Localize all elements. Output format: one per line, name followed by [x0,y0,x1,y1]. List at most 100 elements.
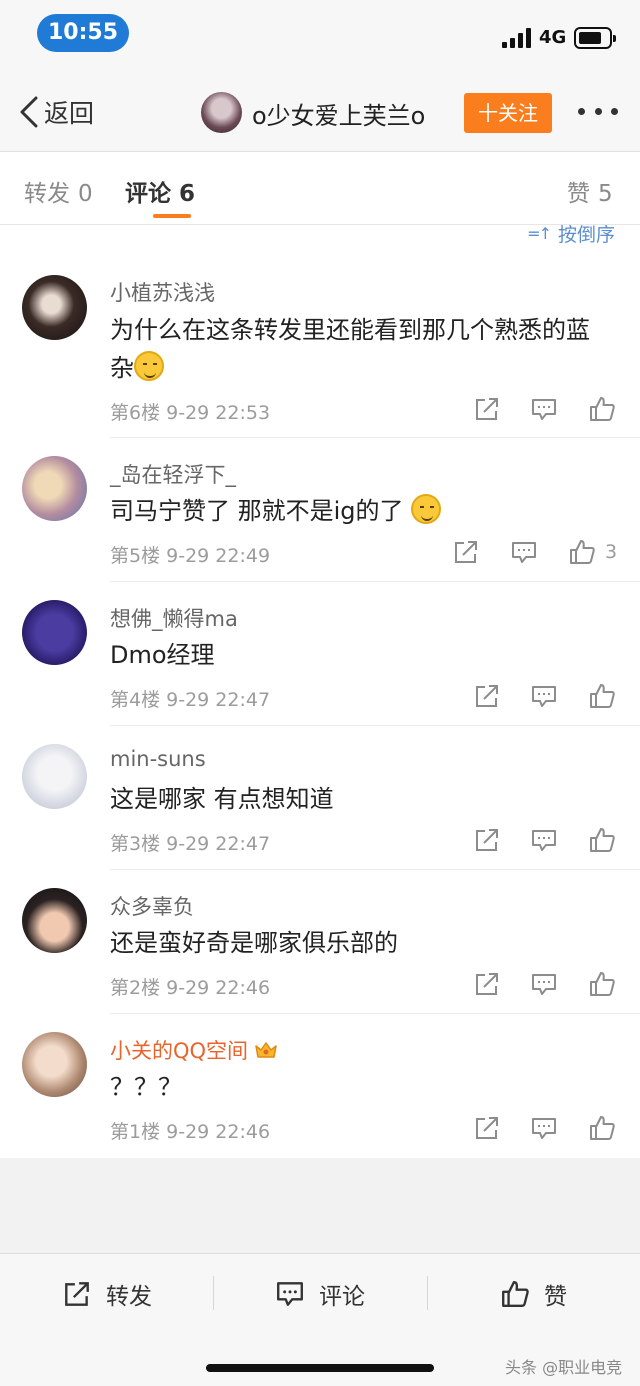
comment-time: 9-29 22:47 [166,689,271,711]
comment-item: _岛在轻浮下_ 司马宁赞了 那就不是ig的了 第5楼 9-29 22:49 3 [0,438,640,582]
follow-button[interactable]: 十关注 [464,93,552,133]
tab-comments[interactable]: 评论 6 [125,174,195,208]
comment-meta: 第4楼 9-29 22:47 [110,685,270,712]
comment-button[interactable]: 评论 [275,1272,365,1316]
comment-meta: 第3楼 9-29 22:47 [110,829,270,856]
floor-number: 第3楼 [110,833,161,855]
status-bar: 10:55 4G [0,0,640,70]
page-title[interactable]: o少女爱上芙兰o [252,96,425,131]
status-time: 10:55 [37,14,129,52]
comment-meta: 第6楼 9-29 22:53 [110,398,270,425]
share-icon[interactable] [473,826,501,854]
comment-text: 司马宁赞了 那就不是ig的了 [110,492,610,530]
comment-time: 9-29 22:49 [166,545,271,567]
comment-text: 为什么在这条转发里还能看到那几个熟悉的蓝杂 [110,311,610,387]
yum-emoji-icon [411,494,442,524]
comment-username[interactable]: 小植苏浅浅 [110,277,215,307]
like-icon[interactable] [588,682,616,710]
comment-text: 这是哪家 有点想知道 [110,785,334,813]
tab-count: 5 [598,181,613,207]
comment-icon [277,1282,303,1306]
reply-icon[interactable] [530,970,558,998]
comment-item: 小关的QQ空间 ？？？ 第1楼 9-29 22:46 [0,1014,640,1158]
watermark: 头条 @职业电竞 [505,1358,623,1377]
like-icon[interactable] [588,395,616,423]
comment-username[interactable]: 小关的QQ空间 [110,1035,278,1065]
comment-username[interactable]: min-suns [110,747,206,771]
comment-meta: 第5楼 9-29 22:49 [110,541,270,568]
avatar[interactable] [22,1032,87,1097]
floor-number: 第2楼 [110,977,161,999]
comment-text: 还是蛮好奇是哪家俱乐部的 [110,929,398,957]
share-icon[interactable] [473,1114,501,1142]
comment-label: 评论 [319,1284,365,1310]
author-avatar[interactable] [201,92,242,133]
tab-likes[interactable]: 赞5 [567,174,613,208]
comment-text-content: 司马宁赞了 那就不是ig的了 [110,497,404,525]
tab-repost[interactable]: 转发 0 [24,174,93,208]
battery-icon [574,27,616,49]
avatar[interactable] [22,600,87,665]
like-icon[interactable] [588,970,616,998]
reply-icon[interactable] [510,538,538,566]
reply-icon[interactable] [530,826,558,854]
avatar[interactable] [22,456,87,521]
bottom-action-bar: 转发 评论 赞 头条 @职业电竞 [0,1253,640,1386]
more-options-icon[interactable] [578,108,618,118]
floor-number: 第4楼 [110,689,161,711]
share-icon[interactable] [452,538,480,566]
tab-bar: 转发 0 评论 6 赞5 [0,152,640,225]
comment-text: ？？？ [110,1073,182,1101]
like-count: 3 [605,541,618,563]
comment-item: 众多辜负 还是蛮好奇是哪家俱乐部的 第2楼 9-29 22:46 [0,870,640,1014]
comment-item: 想佛_懒得ma Dmo经理 第4楼 9-29 22:47 [0,582,640,726]
comment-item: min-suns 这是哪家 有点想知道 第3楼 9-29 22:47 [0,726,640,870]
divider [427,1276,428,1310]
signal-icon [502,28,534,48]
avatar[interactable] [22,744,87,809]
reply-icon[interactable] [530,1114,558,1142]
like-button[interactable]: 赞 [500,1272,567,1316]
repost-button[interactable]: 转发 [62,1272,152,1316]
divider [213,1276,214,1310]
network-type: 4G [539,27,567,48]
thumbs-up-icon [502,1281,529,1307]
comment-time: 9-29 22:46 [166,977,271,999]
comment-text: Dmo经理 [110,641,215,669]
comment-meta: 第1楼 9-29 22:46 [110,1117,270,1144]
tab-label: 评论 [125,181,171,207]
comment-list: =↑ 按倒序 小植苏浅浅 为什么在这条转发里还能看到那几个熟悉的蓝杂 第6楼 9… [0,225,640,1158]
floor-number: 第5楼 [110,545,161,567]
back-button[interactable]: 返回 [18,92,94,132]
nav-bar: 返回 o少女爱上芙兰o 十关注 [0,70,640,152]
comment-item: 小植苏浅浅 为什么在这条转发里还能看到那几个熟悉的蓝杂 第6楼 9-29 22:… [0,225,640,438]
comment-username[interactable]: 想佛_懒得ma [110,603,238,633]
like-icon[interactable] [588,1114,616,1142]
share-icon[interactable] [473,682,501,710]
tab-label: 转发 [24,181,70,207]
comment-username[interactable]: 众多辜负 [110,891,194,921]
reply-icon[interactable] [530,682,558,710]
comment-time: 9-29 22:47 [166,833,271,855]
reply-icon[interactable] [530,395,558,423]
avatar[interactable] [22,888,87,953]
like-icon[interactable] [568,538,596,566]
floor-number: 第1楼 [110,1121,161,1143]
tab-count: 0 [78,181,93,207]
tab-count: 6 [179,181,196,207]
like-label: 赞 [544,1284,567,1310]
vip-username-text: 小关的QQ空间 [110,1039,249,1063]
floor-number: 第6楼 [110,402,161,424]
repost-label: 转发 [106,1284,152,1310]
like-icon[interactable] [588,826,616,854]
comment-username[interactable]: _岛在轻浮下_ [110,459,236,489]
home-indicator[interactable] [206,1364,434,1372]
comment-meta: 第2楼 9-29 22:46 [110,973,270,1000]
share-icon[interactable] [473,970,501,998]
share-icon [65,1282,89,1306]
active-tab-indicator [153,214,191,218]
share-icon[interactable] [473,395,501,423]
tab-label: 赞 [567,181,590,207]
avatar[interactable] [22,275,87,340]
comment-text-content: 为什么在这条转发里还能看到那几个熟悉的蓝杂 [110,316,590,382]
